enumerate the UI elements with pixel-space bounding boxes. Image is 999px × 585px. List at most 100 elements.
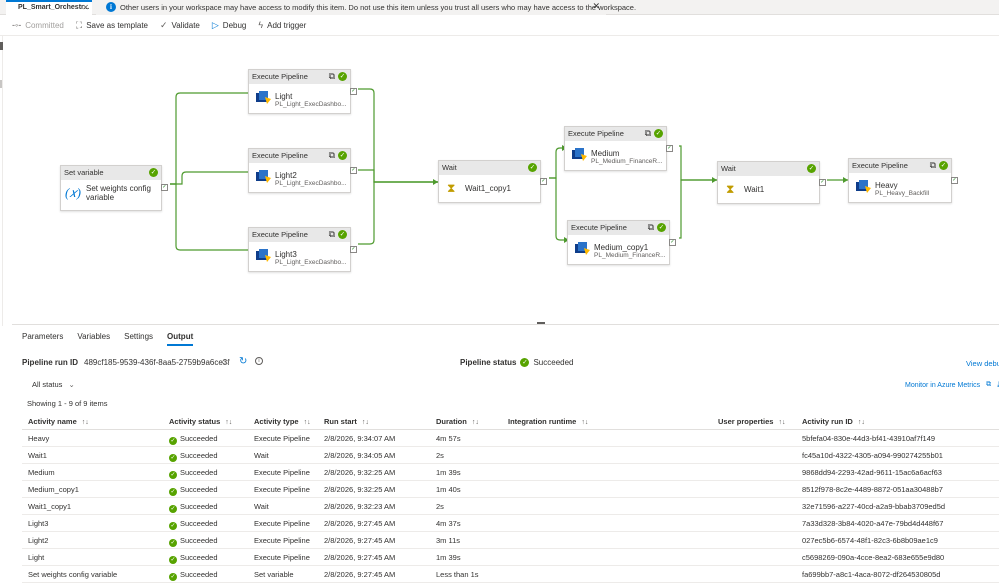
table-row[interactable]: Light3 ✓ Succeeded Execute Pipeline 2/8/2026… [22,515,999,532]
activity-light2[interactable]: Execute Pipeline ⧉ ✓ Light2 PL_Light_Exe… [248,148,357,193]
cell-duration: 1m 39s [436,468,461,477]
cell-activity-name[interactable]: Set weights config variable [28,570,117,579]
activity-type-label: Execute Pipeline [252,151,308,160]
success-port[interactable]: ✓ [951,176,958,184]
success-port[interactable]: ✓ [540,177,547,185]
edge-mediumcopy-wait1 [679,179,717,239]
pipeline-run-id: Pipeline run ID 489cf185-9539-436f-8aa5-2… [22,358,229,367]
success-port[interactable]: ✓ [669,238,676,246]
cell-text: Light [28,553,45,562]
status-filter-dropdown[interactable]: All status ⌄ [32,380,75,389]
cell-activity-status: ✓ Succeeded [169,502,218,513]
table-row[interactable]: Set weights config variable ✓ Succeeded Set… [22,566,999,583]
monitor-azure-metrics-link[interactable]: Monitor in Azure Metrics ⧉ ⤓ [905,380,999,390]
column-header-activity-status[interactable]: Activity status ↑↓ [169,417,232,426]
column-header-run-start[interactable]: Run start ↑↓ [324,417,369,426]
tab-settings[interactable]: Settings [124,332,153,346]
table-row[interactable]: Medium_copy1 ✓ Succeeded Execute Pipeline 2/… [22,481,999,498]
pipeline-status-label: Pipeline status [460,358,517,367]
cell-text: 4m 57s [436,434,461,443]
tab-close-icon[interactable]: ✕ [82,3,89,12]
cell-run-start: 2/8/2026, 9:27:45 AM [324,553,395,562]
column-header-duration[interactable]: Duration ↑↓ [436,417,479,426]
column-header-activity-type[interactable]: Activity type ↑↓ [254,417,311,426]
cell-text: Wait1 [28,451,47,460]
copy-icon[interactable]: ▭ [222,357,230,366]
add-trigger-button[interactable]: ϟ Add trigger [258,20,306,30]
cell-activity-type: Wait [254,451,269,460]
cell-activity-name[interactable]: Medium [28,468,55,477]
activity-name: Light3 [275,250,297,259]
cell-duration: 2s [436,451,444,460]
cell-activity-name[interactable]: Light3 [28,519,48,528]
cell-activity-run-id: 7a33d328-3b84-4020-a47e-79bd4d448f67 [802,519,943,528]
activity-heavy[interactable]: Execute Pipeline ⧉ ✓ Heavy PL_Heavy_Back… [848,158,958,203]
cell-activity-name[interactable]: Light2 [28,536,48,545]
table-row[interactable]: Light ✓ Succeeded Execute Pipeline 2/8/2026,… [22,549,999,566]
view-debug-link[interactable]: View debu [966,359,999,368]
info-icon[interactable]: i [255,357,263,365]
tab-pipeline[interactable]: PL_Smart_Orchestr... ✕ [6,0,92,15]
activity-type-label: Execute Pipeline [252,72,308,81]
cell-activity-name[interactable]: Wait1 [28,451,47,460]
table-row[interactable]: Heavy ✓ Succeeded Execute Pipeline 2/8/2026,… [22,430,999,447]
refresh-icon[interactable]: ↻ [239,356,247,367]
open-external-icon[interactable]: ⧉ [930,160,936,171]
column-header-activity-run-id[interactable]: Activity run ID ↑↓ [802,417,865,426]
activity-medium[interactable]: Execute Pipeline ⧉ ✓ Medium PL_Medium_Fi… [564,126,673,171]
activity-light[interactable]: Execute Pipeline ⧉ ✓ Light PL_Light_Exec… [248,69,357,114]
activity-light3[interactable]: Execute Pipeline ⧉ ✓ Light3 PL_Light_Exe… [248,227,357,272]
open-external-icon[interactable]: ⧉ [329,229,335,240]
cell-activity-name[interactable]: Wait1_copy1 [28,502,71,511]
success-check-icon: ✓ [338,230,347,239]
tab-output[interactable]: Output [167,332,194,346]
sort-icon: ↑↓ [303,419,311,426]
pipeline-reference: PL_Light_ExecDashbo... [275,180,347,187]
table-row[interactable]: Light2 ✓ Succeeded Execute Pipeline 2/8/2026… [22,532,999,549]
tab-parameters[interactable]: Parameters [22,332,63,346]
open-external-icon[interactable]: ⧉ [645,128,651,139]
debug-button[interactable]: ▷ Debug [212,20,247,31]
cell-activity-run-id: 027ec5b6-6574-48f1-82c3-6b8b09ae1c9 [802,536,938,545]
table-row[interactable]: Wait1 ✓ Succeeded Wait 2/8/2026, 9:34:05 AM 2… [22,447,999,464]
cell-activity-name[interactable]: Medium_copy1 [28,485,79,494]
column-header-activity-name[interactable]: Activity name ↑↓ [28,417,89,426]
pipeline-reference: PL_Light_ExecDashbo... [275,259,347,266]
activity-type-label: Set variable [64,168,104,177]
column-header-user-properties[interactable]: User properties ↑↓ [718,417,785,426]
pipeline-canvas[interactable]: Set variable ✓ (𝑥) Set weights config va… [12,36,999,324]
success-port[interactable]: ✓ [350,166,357,174]
checkmark-icon: ✓ [160,19,168,30]
committed-button[interactable]: -◦- Committed [12,20,64,30]
open-external-icon[interactable]: ⧉ [329,71,335,82]
cell-text: 2/8/2026, 9:27:45 AM [324,519,396,528]
cell-activity-name[interactable]: Light [28,553,44,562]
activity-wait1-copy1[interactable]: Wait ✓ ⧗ Wait1_copy1 ✓ [438,160,547,203]
pipeline-reference: PL_Medium_FinanceR... [594,252,666,259]
success-port[interactable]: ✓ [350,245,357,253]
validate-button[interactable]: ✓ Validate [160,20,200,31]
table-row[interactable]: Wait1_copy1 ✓ Succeeded Wait 2/8/2026, 9:32:… [22,498,999,515]
success-port[interactable]: ✓ [161,184,168,191]
cell-text: 1m 39s [436,553,461,562]
panel-resize-handle[interactable] [537,322,545,324]
banner-close-icon[interactable]: ✕ [592,1,600,12]
cell-activity-run-id: 9868dd94-2293-42ad-9611-15ac6a6acf63 [802,468,942,477]
save-as-template-button[interactable]: ⛶ Save as template [76,20,148,31]
table-row[interactable]: Medium ✓ Succeeded Execute Pipeline 2/8/2026… [22,464,999,481]
activity-set-variable[interactable]: Set variable ✓ (𝑥) Set weights config va… [60,165,168,211]
cell-text: c5698269-090a-4cce-8ea2-683e655e9d80 [802,553,945,562]
column-header-integration-runtime[interactable]: Integration runtime ↑↓ [508,417,588,426]
open-external-icon[interactable]: ⧉ [329,150,335,161]
sort-icon: ↑↓ [778,419,786,426]
success-port[interactable]: ✓ [666,144,673,152]
monitor-link-label: Monitor in Azure Metrics [905,381,981,389]
tab-variables[interactable]: Variables [77,332,110,346]
activity-medium-copy1[interactable]: Execute Pipeline ⧉ ✓ Medium_copy1 PL_Med… [567,220,676,265]
success-check-icon: ✓ [169,471,177,479]
open-external-icon[interactable]: ⧉ [648,222,654,233]
success-port[interactable]: ✓ [350,87,357,95]
cell-activity-name[interactable]: Heavy [28,434,49,443]
activity-wait1[interactable]: Wait ✓ ⧗ Wait1 ✓ [717,161,826,204]
success-port[interactable]: ✓ [819,178,826,186]
